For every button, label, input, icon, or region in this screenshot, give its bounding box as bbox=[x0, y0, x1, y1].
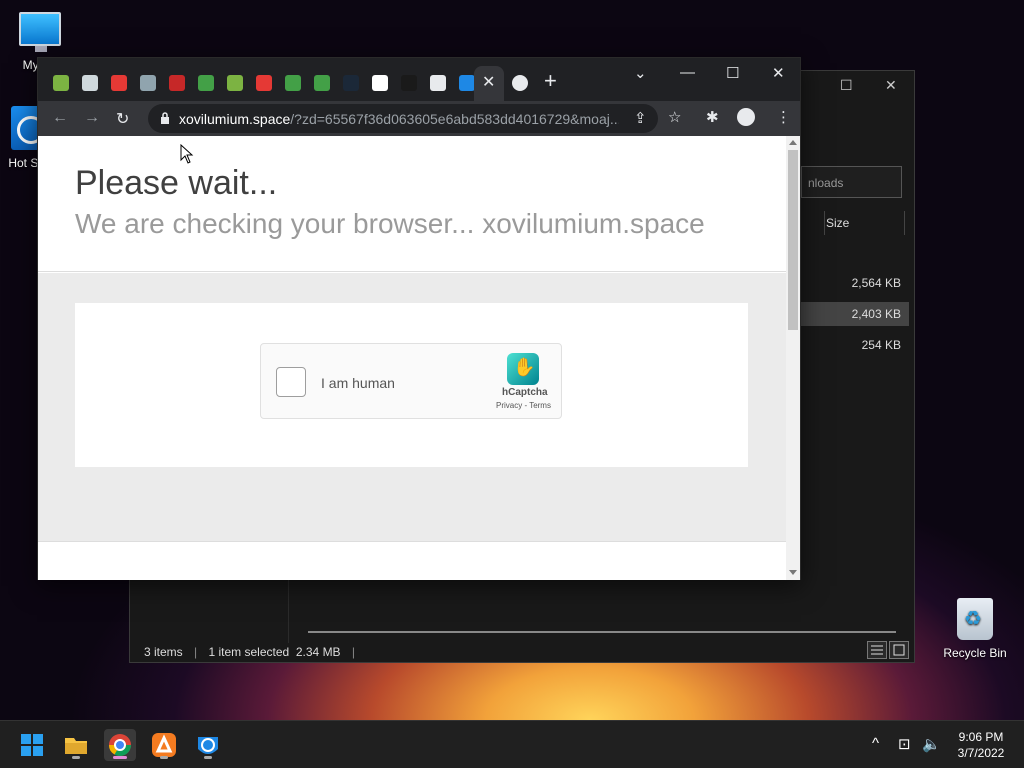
tab-search-icon[interactable]: ⌄ bbox=[634, 64, 647, 82]
colorful-ball-icon[interactable] bbox=[256, 75, 272, 91]
download-icon[interactable] bbox=[198, 75, 214, 91]
shield-icon[interactable] bbox=[140, 75, 156, 91]
thumbnail-view-icon bbox=[893, 644, 905, 656]
menu-icon[interactable]: ⋮ bbox=[776, 108, 791, 126]
maximize-icon[interactable]: ☐ bbox=[840, 77, 853, 94]
scroll-thumb[interactable] bbox=[788, 150, 798, 330]
file-row[interactable]: 254 KB bbox=[801, 333, 909, 357]
clock-date: 3/7/2022 bbox=[957, 746, 1005, 760]
url-path: /?zd=65567f36d063605e6abd583dd4016729&mo… bbox=[290, 111, 619, 127]
hcaptcha-logo-icon bbox=[507, 353, 539, 385]
mask-icon[interactable] bbox=[401, 75, 417, 91]
file-size: 2,403 KB bbox=[851, 307, 901, 321]
close-icon[interactable]: ✕ bbox=[885, 77, 897, 94]
volume-icon[interactable]: 🔈 bbox=[922, 735, 941, 753]
mouse-cursor-icon bbox=[180, 144, 194, 164]
share-icon[interactable]: ⇪ bbox=[634, 109, 647, 127]
taskbar-browser[interactable] bbox=[192, 729, 224, 761]
file-row[interactable]: 2,403 KB bbox=[801, 302, 909, 326]
taskbar-file-explorer[interactable] bbox=[60, 729, 92, 761]
computer-icon bbox=[19, 12, 61, 52]
active-indicator bbox=[113, 756, 127, 759]
horizontal-scrollbar[interactable] bbox=[308, 631, 896, 633]
close-icon[interactable]: ✕ bbox=[482, 72, 495, 92]
hcaptcha-widget[interactable]: I am human hCaptcha Privacy - Terms bbox=[260, 343, 562, 419]
running-indicator bbox=[160, 756, 168, 759]
globe-icon[interactable] bbox=[82, 75, 98, 91]
details-view-icon bbox=[871, 645, 883, 655]
new-tab-button[interactable]: + bbox=[544, 68, 557, 94]
taskbar-chrome[interactable] bbox=[104, 729, 136, 761]
close-window-icon[interactable]: ✕ bbox=[772, 64, 785, 82]
desktop-icon-label: Recycle Bin bbox=[943, 646, 1007, 660]
desktop-icon-recycle-bin[interactable]: Recycle Bin bbox=[935, 598, 1015, 660]
taskbar-avast[interactable] bbox=[148, 729, 180, 761]
file-size: 254 KB bbox=[861, 338, 901, 352]
browser-toolbar: ← → ↻ xovilumium.space/?zd=65567f36d0636… bbox=[38, 101, 800, 136]
show-hidden-icons[interactable]: ^ bbox=[872, 735, 879, 752]
tab-strip: ✕ + ⌄ — ☐ ✕ bbox=[38, 58, 800, 101]
chrome-window[interactable]: ✕ + ⌄ — ☐ ✕ ← → ↻ xovilumium.space/?zd=6… bbox=[37, 57, 801, 580]
thumbnail-view-button[interactable] bbox=[889, 641, 909, 659]
page-viewport: Please wait... We are checking your brow… bbox=[38, 136, 786, 580]
status-selection: 1 item selected 2.34 MB bbox=[208, 645, 341, 659]
page-title: Please wait... bbox=[75, 164, 278, 202]
download-icon[interactable] bbox=[285, 75, 301, 91]
page-subtitle: We are checking your browser... xovilumi… bbox=[75, 208, 705, 239]
scroll-down-icon[interactable] bbox=[789, 570, 797, 575]
profile-icon[interactable] bbox=[737, 108, 755, 126]
status-item-count: 3 items bbox=[144, 645, 183, 659]
page-header: Please wait... We are checking your brow… bbox=[38, 136, 786, 272]
start-icon bbox=[21, 734, 43, 756]
captcha-label: I am human bbox=[321, 375, 395, 391]
network-icon[interactable]: ⊡ bbox=[898, 735, 911, 753]
edit-icon[interactable] bbox=[430, 75, 446, 91]
bluestacks-icon[interactable] bbox=[53, 75, 69, 91]
url-host: xovilumium.space bbox=[179, 111, 291, 127]
status-bar: 3 items | 1 item selected 2.34 MB | bbox=[144, 645, 356, 659]
bluestacks-icon[interactable] bbox=[227, 75, 243, 91]
details-view-button[interactable] bbox=[867, 641, 887, 659]
steam-icon[interactable] bbox=[343, 75, 359, 91]
page-footer bbox=[38, 541, 786, 580]
page-scrollbar[interactable] bbox=[786, 136, 800, 580]
maximize-icon[interactable]: ☐ bbox=[726, 64, 739, 82]
system-clock[interactable]: 9:06 PM 3/7/2022 bbox=[946, 729, 1016, 761]
reload-icon[interactable]: ↻ bbox=[116, 109, 129, 129]
colorful-ball-icon[interactable] bbox=[111, 75, 127, 91]
search-input[interactable]: nloads bbox=[801, 166, 902, 198]
file-row[interactable]: 2,564 KB bbox=[801, 271, 909, 295]
column-header-size[interactable]: Size bbox=[826, 216, 849, 230]
taskbar: ^ ⊡ 🔈 9:06 PM 3/7/2022 bbox=[0, 720, 1024, 768]
running-indicator bbox=[204, 756, 212, 759]
url-text[interactable]: xovilumium.space/?zd=65567f36d063605e6ab… bbox=[179, 111, 619, 127]
extensions-icon[interactable]: ✱ bbox=[706, 108, 719, 126]
lock-icon[interactable] bbox=[160, 112, 170, 124]
bookmark-star-icon[interactable]: ☆ bbox=[668, 108, 681, 126]
hcaptcha-brand: hCaptcha bbox=[502, 387, 548, 398]
address-bar[interactable]: xovilumium.space/?zd=65567f36d063605e6ab… bbox=[148, 104, 658, 133]
google-icon[interactable] bbox=[372, 75, 388, 91]
challenge-area: I am human hCaptcha Privacy - Terms bbox=[38, 273, 786, 541]
running-indicator bbox=[72, 756, 80, 759]
scroll-up-icon[interactable] bbox=[789, 140, 797, 145]
captcha-checkbox[interactable] bbox=[276, 367, 306, 397]
cloud-icon[interactable] bbox=[512, 75, 528, 91]
fish-icon[interactable] bbox=[459, 75, 475, 91]
captcha-links[interactable]: Privacy - Terms bbox=[496, 401, 551, 410]
opera-icon[interactable] bbox=[169, 75, 185, 91]
clock-time: 9:06 PM bbox=[958, 730, 1004, 744]
start-button[interactable] bbox=[16, 729, 48, 761]
back-icon[interactable]: ← bbox=[52, 109, 68, 127]
download-icon[interactable] bbox=[314, 75, 330, 91]
recycle-bin-icon bbox=[957, 598, 993, 640]
minimize-icon[interactable]: — bbox=[680, 64, 695, 81]
captcha-card: I am human hCaptcha Privacy - Terms bbox=[75, 303, 748, 467]
file-size: 2,564 KB bbox=[851, 276, 901, 290]
forward-icon[interactable]: → bbox=[84, 109, 100, 127]
column-divider[interactable] bbox=[904, 211, 905, 235]
column-divider[interactable] bbox=[824, 211, 825, 235]
